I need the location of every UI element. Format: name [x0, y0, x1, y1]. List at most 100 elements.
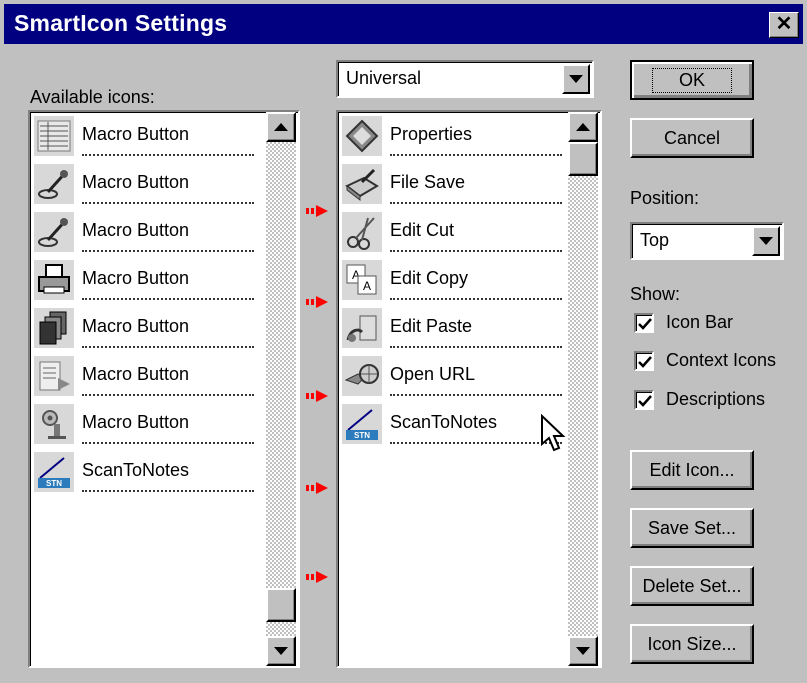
list-item-label: Macro Button — [82, 124, 190, 144]
scroll-thumb[interactable] — [266, 588, 296, 622]
list-item-label: ScanToNotes — [390, 412, 498, 432]
list-item[interactable]: AA Edit Copy — [340, 256, 566, 304]
move-arrow-icon — [306, 482, 328, 494]
file-save-icon — [342, 164, 382, 204]
gear-person-icon — [34, 404, 74, 444]
divider — [82, 154, 254, 156]
icon-size-button[interactable]: Icon Size... — [630, 624, 754, 664]
list-item[interactable]: Macro Button — [32, 112, 258, 160]
dropdown-button[interactable] — [562, 64, 590, 94]
list-item[interactable]: Properties — [340, 112, 566, 160]
available-icons-label: Available icons: — [30, 87, 155, 107]
scan-to-notes-icon: STN — [342, 404, 382, 444]
list-item[interactable]: Open URL — [340, 352, 566, 400]
available-icons-list[interactable]: Macro Button Macro Button Macro Button M… — [28, 110, 300, 668]
svg-text:A: A — [363, 279, 371, 293]
scroll-thumb[interactable] — [568, 142, 598, 176]
scissors-icon — [342, 212, 382, 252]
list-item-label: Edit Cut — [390, 220, 455, 240]
window-title: SmartIcon Settings — [14, 10, 228, 36]
icon-set-dropdown[interactable]: Universal — [336, 60, 594, 98]
divider — [390, 250, 562, 252]
list-item[interactable]: Macro Button — [32, 352, 258, 400]
list-item-label: Edit Copy — [390, 268, 469, 288]
divider — [82, 442, 254, 444]
save-set-button[interactable]: Save Set... — [630, 508, 754, 548]
edit-icon-button[interactable]: Edit Icon... — [630, 450, 754, 490]
divider — [390, 298, 562, 300]
document-arrow-icon — [34, 356, 74, 396]
list-item[interactable]: Macro Button — [32, 256, 258, 304]
move-arrow-icon — [306, 571, 328, 583]
properties-icon — [342, 116, 382, 156]
list-item[interactable]: Edit Cut — [340, 208, 566, 256]
dropdown-button[interactable] — [752, 226, 780, 256]
icon-set-list[interactable]: Properties File Save Edit Cut AA Edit Co… — [336, 110, 602, 668]
position-dropdown[interactable]: Top — [630, 222, 784, 260]
pages-icon — [34, 308, 74, 348]
macro-list-icon — [34, 116, 74, 156]
divider — [82, 250, 254, 252]
descriptions-label[interactable]: Descriptions — [666, 389, 765, 410]
list-item-label: Open URL — [390, 364, 476, 384]
title-bar[interactable]: SmartIcon Settings ✕ — [4, 4, 803, 44]
delete-set-button[interactable]: Delete Set... — [630, 566, 754, 606]
scan-to-notes-icon: STN — [34, 452, 74, 492]
list-item[interactable]: Macro Button — [32, 400, 258, 448]
checkmark-icon — [638, 318, 652, 330]
checkmark-icon — [638, 395, 652, 407]
divider — [390, 442, 562, 444]
list-item-label: Macro Button — [82, 412, 190, 432]
divider — [390, 154, 562, 156]
context-icons-label[interactable]: Context Icons — [666, 350, 776, 371]
cancel-button[interactable]: Cancel — [630, 118, 754, 158]
list-item-label: Macro Button — [82, 364, 190, 384]
descriptions-checkbox[interactable] — [634, 390, 654, 410]
scroll-up-button[interactable] — [266, 112, 296, 142]
divider — [82, 298, 254, 300]
pen-icon — [34, 212, 74, 252]
divider — [82, 490, 254, 492]
list-item[interactable]: STN ScanToNotes — [340, 400, 566, 448]
position-label: Position: — [630, 188, 700, 208]
divider — [390, 394, 562, 396]
list-item[interactable]: Macro Button — [32, 304, 258, 352]
edit-copy-icon: AA — [342, 260, 382, 300]
list-item[interactable]: Macro Button — [32, 160, 258, 208]
edit-paste-icon — [342, 308, 382, 348]
ok-button-label: OK — [651, 67, 732, 93]
move-arrow-icon — [306, 296, 328, 308]
open-url-icon — [342, 356, 382, 396]
list-item-label: Macro Button — [82, 268, 190, 288]
scroll-down-button[interactable] — [266, 636, 296, 666]
move-arrow-icon — [306, 205, 328, 217]
pen-icon — [34, 164, 74, 204]
mouse-cursor-icon — [541, 414, 566, 452]
icon-bar-label[interactable]: Icon Bar — [666, 312, 733, 333]
available-scrollbar[interactable] — [266, 112, 296, 666]
list-item[interactable]: STN ScanToNotes — [32, 448, 258, 496]
divider — [390, 202, 562, 204]
divider — [82, 346, 254, 348]
checkmark-icon — [638, 356, 652, 368]
arrow-up-icon — [274, 123, 288, 131]
list-item-label: Macro Button — [82, 220, 190, 240]
icon-set-scrollbar[interactable] — [568, 112, 598, 666]
list-item[interactable]: File Save — [340, 160, 566, 208]
list-item[interactable]: Edit Paste — [340, 304, 566, 352]
context-icons-checkbox[interactable] — [634, 351, 654, 371]
list-item-label: File Save — [390, 172, 466, 192]
close-button[interactable]: ✕ — [769, 12, 799, 38]
svg-text:STN: STN — [46, 479, 62, 488]
scroll-down-button[interactable] — [568, 636, 598, 666]
arrow-up-icon — [576, 123, 590, 131]
printer-icon — [34, 260, 74, 300]
smarticon-settings-dialog: SmartIcon Settings ✕ Available icons: Ma… — [0, 0, 807, 683]
chevron-down-icon — [569, 75, 583, 83]
scroll-up-button[interactable] — [568, 112, 598, 142]
divider — [390, 346, 562, 348]
list-item[interactable]: Macro Button — [32, 208, 258, 256]
move-arrow-icon — [306, 390, 328, 402]
ok-button[interactable]: OK — [630, 60, 754, 100]
icon-bar-checkbox[interactable] — [634, 313, 654, 333]
